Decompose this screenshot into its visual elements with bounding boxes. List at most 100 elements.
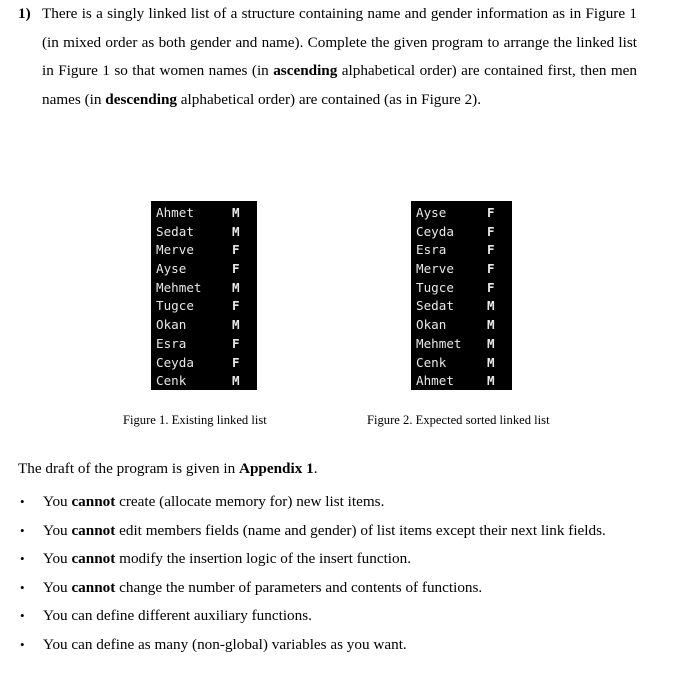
figures-area: Ahmet M Sedat M Merve F Ayse F Mehmet M Tugce F Okan… <box>0 201 684 391</box>
person-gender: M <box>487 354 495 370</box>
list-item-text: You can define as many (non-global) vari… <box>43 636 407 653</box>
person-name: Ayse <box>156 261 187 277</box>
person-name: Ahmet <box>416 373 454 389</box>
list-item: Esra F <box>151 335 257 354</box>
person-name: Ceyda <box>156 354 194 370</box>
list-item: Ceyda F <box>411 223 512 242</box>
list-item-text: You cannot create (allocate memory for) … <box>43 493 384 510</box>
list-item-text: You can define different auxiliary funct… <box>43 607 312 624</box>
bullet-icon: • <box>20 522 25 538</box>
body-text: alphabetical order) are contained (as in… <box>177 90 482 108</box>
list-item: Cenk M <box>411 354 512 373</box>
person-name: Mehmet <box>416 335 462 351</box>
list-item: Ayse F <box>411 204 512 223</box>
person-gender: F <box>487 261 495 277</box>
person-name: Cenk <box>156 373 187 389</box>
body-text: The draft of the program is given in <box>18 460 239 477</box>
body-text: You <box>43 578 72 596</box>
person-name: Esra <box>156 335 187 351</box>
list-item: Merve F <box>151 241 257 260</box>
bullet-icon: • <box>20 494 25 509</box>
list-item: Ahmet M <box>151 204 257 223</box>
person-name: Sedat <box>416 298 454 314</box>
bullet-icon: • <box>20 579 25 595</box>
list-item: Mehmet M <box>151 279 257 298</box>
list-item-text: You cannot change the number of paramete… <box>43 579 482 596</box>
list-item-text: You cannot modify the insertion logic of… <box>43 550 411 567</box>
person-gender: M <box>232 373 240 389</box>
figure-2-caption: Figure 2. Expected sorted linked list <box>367 413 550 427</box>
list-item: Tugce F <box>151 297 257 316</box>
figure-1-listing: Ahmet M Sedat M Merve F Ayse F Mehmet M Tugce F Okan… <box>151 201 257 390</box>
bullet-icon: • <box>20 636 25 652</box>
figure-1-caption: Figure 1. Existing linked list <box>123 413 267 427</box>
person-gender: M <box>232 317 240 333</box>
person-name: Cenk <box>416 354 447 370</box>
emphasis-text: cannot <box>71 550 116 567</box>
person-gender: F <box>232 261 240 277</box>
emphasis-text: cannot <box>71 493 116 510</box>
list-item: Ceyda F <box>151 354 257 373</box>
list-item: Merve F <box>411 260 512 279</box>
body-text: . <box>313 460 318 477</box>
body-text: You <box>43 550 72 567</box>
person-name: Okan <box>156 317 187 333</box>
person-name: Okan <box>416 317 447 333</box>
list-item: Sedat M <box>151 223 257 242</box>
list-item: Cenk M <box>151 372 257 391</box>
person-gender: M <box>487 373 495 389</box>
list-item: • You cannot modify the insertion logic o… <box>0 545 684 574</box>
person-gender: M <box>487 335 495 351</box>
person-name: Tugce <box>416 279 454 295</box>
body-text: modify the insertion logic of the insert… <box>115 550 412 567</box>
person-name: Mehmet <box>156 279 202 295</box>
person-gender: F <box>232 242 240 258</box>
person-gender: F <box>232 335 240 351</box>
list-item: Okan M <box>151 316 257 335</box>
list-item: • You cannot change the number of paramet… <box>0 574 684 603</box>
person-name: Merve <box>416 261 454 277</box>
list-item: • You can define as many (non-global) var… <box>0 631 684 660</box>
person-name: Merve <box>156 242 194 258</box>
body-text: You <box>43 493 72 510</box>
list-item: • You cannot edit members fields (name an… <box>0 517 684 546</box>
list-item: • You can define different auxiliary func… <box>0 602 684 631</box>
person-gender: M <box>487 298 495 314</box>
list-item: Ayse F <box>151 260 257 279</box>
person-gender: M <box>232 279 240 295</box>
emphasis-text: cannot <box>71 578 116 596</box>
person-gender: F <box>487 242 495 258</box>
body-text: change the number of parameters and cont… <box>115 578 483 596</box>
person-gender: M <box>232 223 240 239</box>
person-name: Ceyda <box>416 223 454 239</box>
emphasis-text: cannot <box>71 521 116 539</box>
body-text: You can define different auxiliary funct… <box>43 607 312 624</box>
person-gender: F <box>232 298 240 314</box>
emphasis-text: descending <box>105 90 177 108</box>
body-text: You <box>43 521 72 539</box>
list-item: Tugce F <box>411 279 512 298</box>
body-text: create (allocate memory for) new list it… <box>115 493 385 510</box>
figure-2-listing: Ayse F Ceyda F Esra F Merve F Tugce F Sedat M Okan M M… <box>411 201 512 390</box>
person-gender: F <box>232 354 240 370</box>
list-item: Esra F <box>411 241 512 260</box>
list-item: Ahmet M <box>411 372 512 391</box>
person-gender: F <box>487 205 495 220</box>
body-text: edit members fields (name and gender) of… <box>115 521 606 539</box>
list-item: Sedat M <box>411 297 512 316</box>
emphasis-text: Appendix 1 <box>239 460 314 477</box>
body-text: You can define as many (non-global) vari… <box>43 635 407 653</box>
question-number: 1) <box>18 5 31 22</box>
person-gender: M <box>487 317 495 333</box>
person-name: Sedat <box>156 223 194 239</box>
person-name: Ayse <box>416 205 447 220</box>
list-item: Okan M <box>411 316 512 335</box>
appendix-reference-line: The draft of the program is given in App… <box>18 455 318 484</box>
bullet-icon: • <box>20 551 25 566</box>
constraints-list: • You cannot create (allocate memory for)… <box>0 488 684 659</box>
person-gender: F <box>487 279 495 295</box>
person-gender: F <box>487 223 495 239</box>
person-name: Esra <box>416 242 447 258</box>
emphasis-text: ascending <box>273 62 338 79</box>
question-row: 1) There is a singly linked list of a st… <box>0 0 684 114</box>
